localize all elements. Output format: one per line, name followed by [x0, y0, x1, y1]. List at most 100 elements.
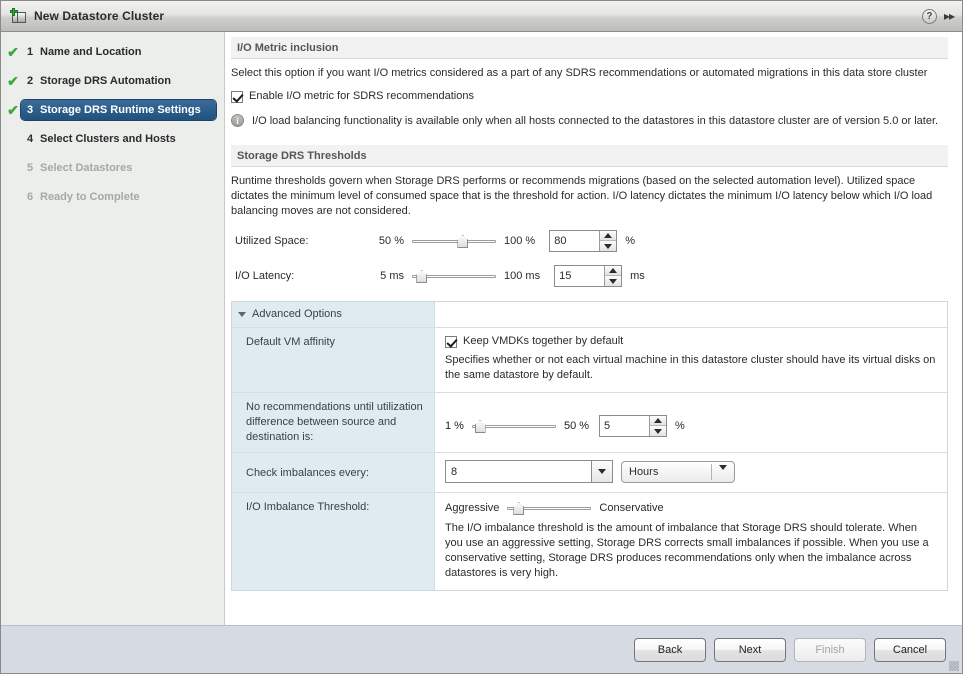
slider-thumb[interactable]	[457, 235, 469, 248]
step-pill: 4 Select Clusters and Hosts	[21, 129, 216, 149]
io-latency-slider[interactable]	[412, 268, 496, 284]
step-pill: 3 Storage DRS Runtime Settings	[21, 100, 216, 120]
info-icon: i	[231, 114, 244, 127]
utilization-difference-content: 1 % 50 % %	[435, 393, 947, 452]
expand-chevrons-icon[interactable]: ▸▸	[944, 10, 955, 22]
step-number: 4	[27, 133, 34, 145]
default-vm-affinity-row: Default VM affinity Keep VMDKs together …	[232, 328, 947, 393]
chevron-down-icon	[598, 469, 606, 474]
chevron-down-icon[interactable]	[238, 312, 246, 317]
sidebar-step-3[interactable]: ✔ 3 Storage DRS Runtime Settings	[1, 98, 224, 122]
slider-thumb[interactable]	[474, 420, 486, 433]
io-imbalance-slider-row: Aggressive Conservative	[445, 500, 937, 516]
step-pill: 1 Name and Location	[21, 42, 216, 62]
io-imbalance-slider[interactable]	[507, 500, 592, 516]
enable-io-metric-checkbox[interactable]	[231, 91, 243, 103]
step-pill: 5 Select Datastores	[21, 158, 216, 178]
slider-thumb[interactable]	[513, 502, 525, 515]
sidebar-step-1[interactable]: ✔ 1 Name and Location	[1, 40, 224, 64]
spinner-buttons[interactable]	[599, 231, 617, 251]
thresholds-section-heading: Storage DRS Thresholds	[231, 145, 948, 167]
sidebar-step-6: 6 Ready to Complete	[1, 185, 224, 209]
io-latency-input[interactable]	[555, 267, 602, 285]
window-title: New Datastore Cluster	[34, 9, 165, 23]
advanced-options-title: Advanced Options	[252, 308, 342, 320]
check-imbalances-unit-dropdown[interactable]: Hours	[621, 460, 735, 483]
datastore-add-icon	[9, 7, 27, 25]
enable-io-metric-label: Enable I/O metric for SDRS recommendatio…	[249, 90, 474, 102]
dropdown-arrow[interactable]	[719, 464, 727, 482]
keep-vmdks-row[interactable]: Keep VMDKs together by default	[445, 335, 937, 348]
step-check-icon: ✔	[7, 102, 19, 118]
utilized-space-input[interactable]	[550, 232, 597, 250]
utilized-space-label: Utilized Space:	[235, 235, 309, 247]
spinner-buttons[interactable]	[604, 266, 622, 286]
sidebar-step-2[interactable]: ✔ 2 Storage DRS Automation	[1, 69, 224, 93]
keep-vmdks-checkbox[interactable]	[445, 336, 457, 348]
title-bar: New Datastore Cluster ? ▸▸	[1, 1, 962, 32]
spinner-down-button[interactable]	[604, 276, 622, 286]
spinner-up-button[interactable]	[599, 231, 617, 241]
utilization-difference-input[interactable]	[600, 417, 647, 435]
io-imbalance-threshold-content: Aggressive Conservative The I/O imbalanc…	[435, 493, 947, 590]
utilization-difference-label: No recommendations until utilization dif…	[232, 393, 435, 452]
advanced-options-header-row[interactable]: Advanced Options	[232, 302, 947, 328]
step-pill: 2 Storage DRS Automation	[21, 71, 216, 91]
advanced-options-table: Advanced Options Default VM affinity Kee…	[231, 301, 948, 591]
step-number: 6	[27, 191, 34, 203]
spinner-down-button[interactable]	[599, 241, 617, 251]
check-imbalances-content: Hours	[435, 453, 947, 492]
help-icon[interactable]: ?	[921, 8, 937, 24]
io-latency-spinner[interactable]	[554, 265, 623, 287]
utilized-space-slider[interactable]	[412, 233, 496, 249]
cancel-button[interactable]: Cancel	[874, 637, 946, 662]
triangle-up-icon	[654, 418, 663, 423]
utilization-difference-max: 50 %	[563, 420, 590, 432]
step-label: Storage DRS Automation	[40, 75, 171, 87]
utilized-space-min: 50 %	[378, 235, 404, 247]
utilized-space-max: 100 %	[504, 235, 536, 247]
io-latency-max: 100 ms	[504, 270, 541, 282]
slider-track	[412, 240, 496, 243]
step-label: Select Clusters and Hosts	[40, 133, 176, 145]
step-check-icon: ✔	[7, 44, 19, 60]
back-button[interactable]: Back	[634, 637, 706, 662]
utilization-difference-slider[interactable]	[471, 418, 556, 434]
sidebar-step-5: 5 Select Datastores	[1, 156, 224, 180]
io-imbalance-min-label: Aggressive	[445, 502, 500, 514]
combobox-arrow-button[interactable]	[591, 461, 612, 482]
io-latency-label: I/O Latency:	[235, 270, 295, 282]
spinner-down-button[interactable]	[649, 426, 667, 436]
io-info-text: I/O load balancing functionality is avai…	[252, 115, 939, 127]
triangle-up-icon	[609, 268, 618, 273]
settings-content-pane: I/O Metric inclusion Select this option …	[225, 32, 962, 625]
dropdown-separator	[711, 463, 712, 480]
slider-thumb[interactable]	[416, 270, 428, 283]
default-vm-affinity-description: Specifies whether or not each virtual ma…	[445, 354, 936, 381]
check-imbalances-unit-value: Hours	[629, 465, 659, 478]
step-label: Name and Location	[40, 46, 142, 58]
io-latency-min: 5 ms	[380, 270, 404, 282]
advanced-options-header-cell[interactable]: Advanced Options	[232, 302, 435, 327]
check-imbalances-combobox[interactable]	[445, 460, 613, 483]
utilized-space-spinner[interactable]	[549, 230, 618, 252]
utilization-difference-spinner[interactable]	[599, 415, 668, 437]
sidebar-step-4[interactable]: 4 Select Clusters and Hosts	[1, 127, 224, 151]
triangle-down-icon	[604, 243, 613, 249]
io-imbalance-threshold-label: I/O Imbalance Threshold:	[232, 493, 435, 590]
utilized-space-unit: %	[625, 235, 635, 247]
resize-grip-icon[interactable]	[949, 661, 959, 671]
check-imbalances-input[interactable]	[446, 462, 586, 481]
step-label: Storage DRS Runtime Settings	[40, 104, 201, 116]
spinner-up-button[interactable]	[649, 416, 667, 426]
io-metric-section-heading: I/O Metric inclusion	[231, 37, 948, 59]
triangle-down-icon	[609, 278, 618, 284]
next-button[interactable]: Next	[714, 637, 786, 662]
step-number: 1	[27, 46, 34, 58]
utilized-space-row: Utilized Space: 50 % 100 % %	[231, 229, 948, 253]
spinner-buttons[interactable]	[649, 416, 667, 436]
enable-io-metric-row[interactable]: Enable I/O metric for SDRS recommendatio…	[231, 90, 948, 103]
io-latency-row: I/O Latency: 5 ms 100 ms ms	[231, 264, 948, 288]
spinner-up-button[interactable]	[604, 266, 622, 276]
io-imbalance-description: The I/O imbalance threshold is the amoun…	[445, 522, 929, 579]
